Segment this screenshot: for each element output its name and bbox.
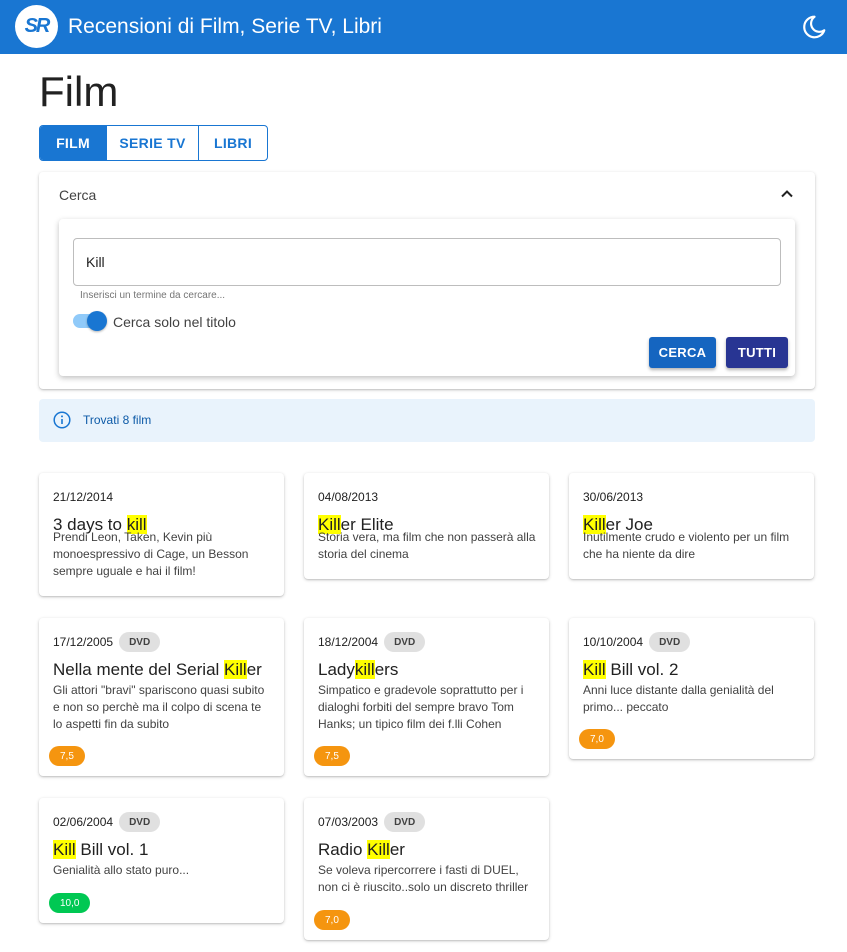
tab-film[interactable]: FILM bbox=[40, 126, 107, 160]
review-card[interactable]: 17/12/2005 DVD Nella mente del Serial Kil… bbox=[39, 618, 284, 776]
app-logo[interactable]: SR bbox=[15, 5, 58, 48]
card-description: Inutilmente crudo e violento per un film… bbox=[583, 530, 790, 561]
card-description: Anni luce distante dalla genialità del p… bbox=[583, 683, 774, 714]
format-badge: DVD bbox=[649, 632, 691, 652]
search-button[interactable]: CERCA bbox=[649, 337, 716, 368]
card-title: Kill Bill vol. 2 bbox=[583, 660, 679, 679]
search-input[interactable] bbox=[73, 238, 781, 286]
format-badge: DVD bbox=[384, 632, 426, 652]
card-date: 17/12/2005 bbox=[53, 635, 114, 649]
format-badge: DVD bbox=[384, 812, 426, 832]
all-button[interactable]: TUTTI bbox=[726, 337, 788, 368]
results-info: Trovati 8 film bbox=[39, 399, 815, 442]
moon-icon[interactable] bbox=[801, 14, 827, 40]
search-highlight: Kill bbox=[224, 660, 247, 679]
review-card[interactable]: 10/10/2004 DVD Kill Bill vol. 2 Anni luce… bbox=[569, 618, 814, 759]
app-bar: SR Recensioni di Film, Serie TV, Libri bbox=[0, 0, 847, 54]
review-card[interactable]: 30/06/2013 Killer Joe Inutilmente crudo … bbox=[569, 473, 814, 579]
search-form: Inserisci un termine da cercare... Cerca… bbox=[59, 219, 795, 376]
card-date: 21/12/2014 bbox=[53, 490, 114, 504]
search-highlight: Kill bbox=[583, 660, 606, 679]
search-highlight: kill bbox=[354, 660, 375, 679]
card-title: Ladykillers bbox=[318, 660, 399, 679]
card-date: 10/10/2004 bbox=[583, 635, 644, 649]
card-description: Genialità allo stato puro... bbox=[53, 863, 190, 877]
card-description: Prendi Leon, Taken, Kevin più monoespres… bbox=[53, 530, 249, 578]
card-date: 04/08/2013 bbox=[318, 490, 379, 504]
card-description: Gli attori "bravi" spariscono quasi subi… bbox=[53, 683, 265, 731]
rating-badge: 7,0 bbox=[579, 729, 615, 749]
card-date: 02/06/2004 bbox=[53, 815, 114, 829]
results-count: Trovati 8 film bbox=[83, 413, 152, 427]
card-description: Simpatico e gradevole soprattutto per i … bbox=[318, 683, 524, 731]
search-panel: Cerca Inserisci un termine da cercare...… bbox=[39, 172, 815, 389]
search-panel-label[interactable]: Cerca bbox=[59, 187, 96, 203]
card-title: Nella mente del Serial Killer bbox=[53, 660, 262, 679]
rating-badge: 10,0 bbox=[49, 893, 91, 913]
toggle-label: Cerca solo nel titolo bbox=[113, 314, 236, 330]
review-card[interactable]: 04/08/2013 Killer Elite Storia vera, ma … bbox=[304, 473, 549, 579]
tab-serie-tv[interactable]: SERIE TV bbox=[107, 126, 199, 160]
review-card[interactable]: 02/06/2004 DVD Kill Bill vol. 1 Genialità… bbox=[39, 798, 284, 923]
rating-badge: 7,0 bbox=[314, 910, 350, 930]
card-title: Radio Killer bbox=[318, 840, 405, 859]
chevron-up-icon[interactable] bbox=[779, 186, 795, 202]
page-title: Film bbox=[39, 68, 119, 115]
search-highlight: Kill bbox=[367, 840, 390, 859]
info-icon bbox=[53, 411, 71, 429]
search-hint: Inserisci un termine da cercare... bbox=[80, 290, 226, 301]
card-description: Se voleva ripercorrere i fasti di DUEL, … bbox=[318, 863, 529, 894]
review-card[interactable]: 18/12/2004 DVD Ladykillers Simpatico e gr… bbox=[304, 618, 549, 776]
search-highlight: Kill bbox=[53, 840, 76, 859]
card-description: Storia vera, ma film che non passerà all… bbox=[318, 530, 536, 561]
app-title: Recensioni di Film, Serie TV, Libri bbox=[68, 15, 382, 38]
format-badge: DVD bbox=[119, 632, 161, 652]
card-date: 18/12/2004 bbox=[318, 635, 379, 649]
card-date: 30/06/2013 bbox=[583, 490, 644, 504]
rating-badge: 7,5 bbox=[49, 746, 85, 766]
title-only-toggle[interactable] bbox=[73, 311, 107, 331]
format-badge: DVD bbox=[119, 812, 161, 832]
tab-libri[interactable]: LIBRI bbox=[199, 126, 267, 160]
rating-badge: 7,5 bbox=[314, 746, 350, 766]
category-tabs: FILM SERIE TV LIBRI bbox=[39, 125, 268, 161]
toggle-knob[interactable] bbox=[87, 311, 107, 331]
card-title: Kill Bill vol. 1 bbox=[53, 840, 149, 859]
review-card[interactable]: 07/03/2003 DVD Radio Killer Se voleva rip… bbox=[304, 798, 549, 940]
card-date: 07/03/2003 bbox=[318, 815, 379, 829]
review-card[interactable]: 21/12/2014 3 days to kill Prendi Leon, T… bbox=[39, 473, 284, 596]
